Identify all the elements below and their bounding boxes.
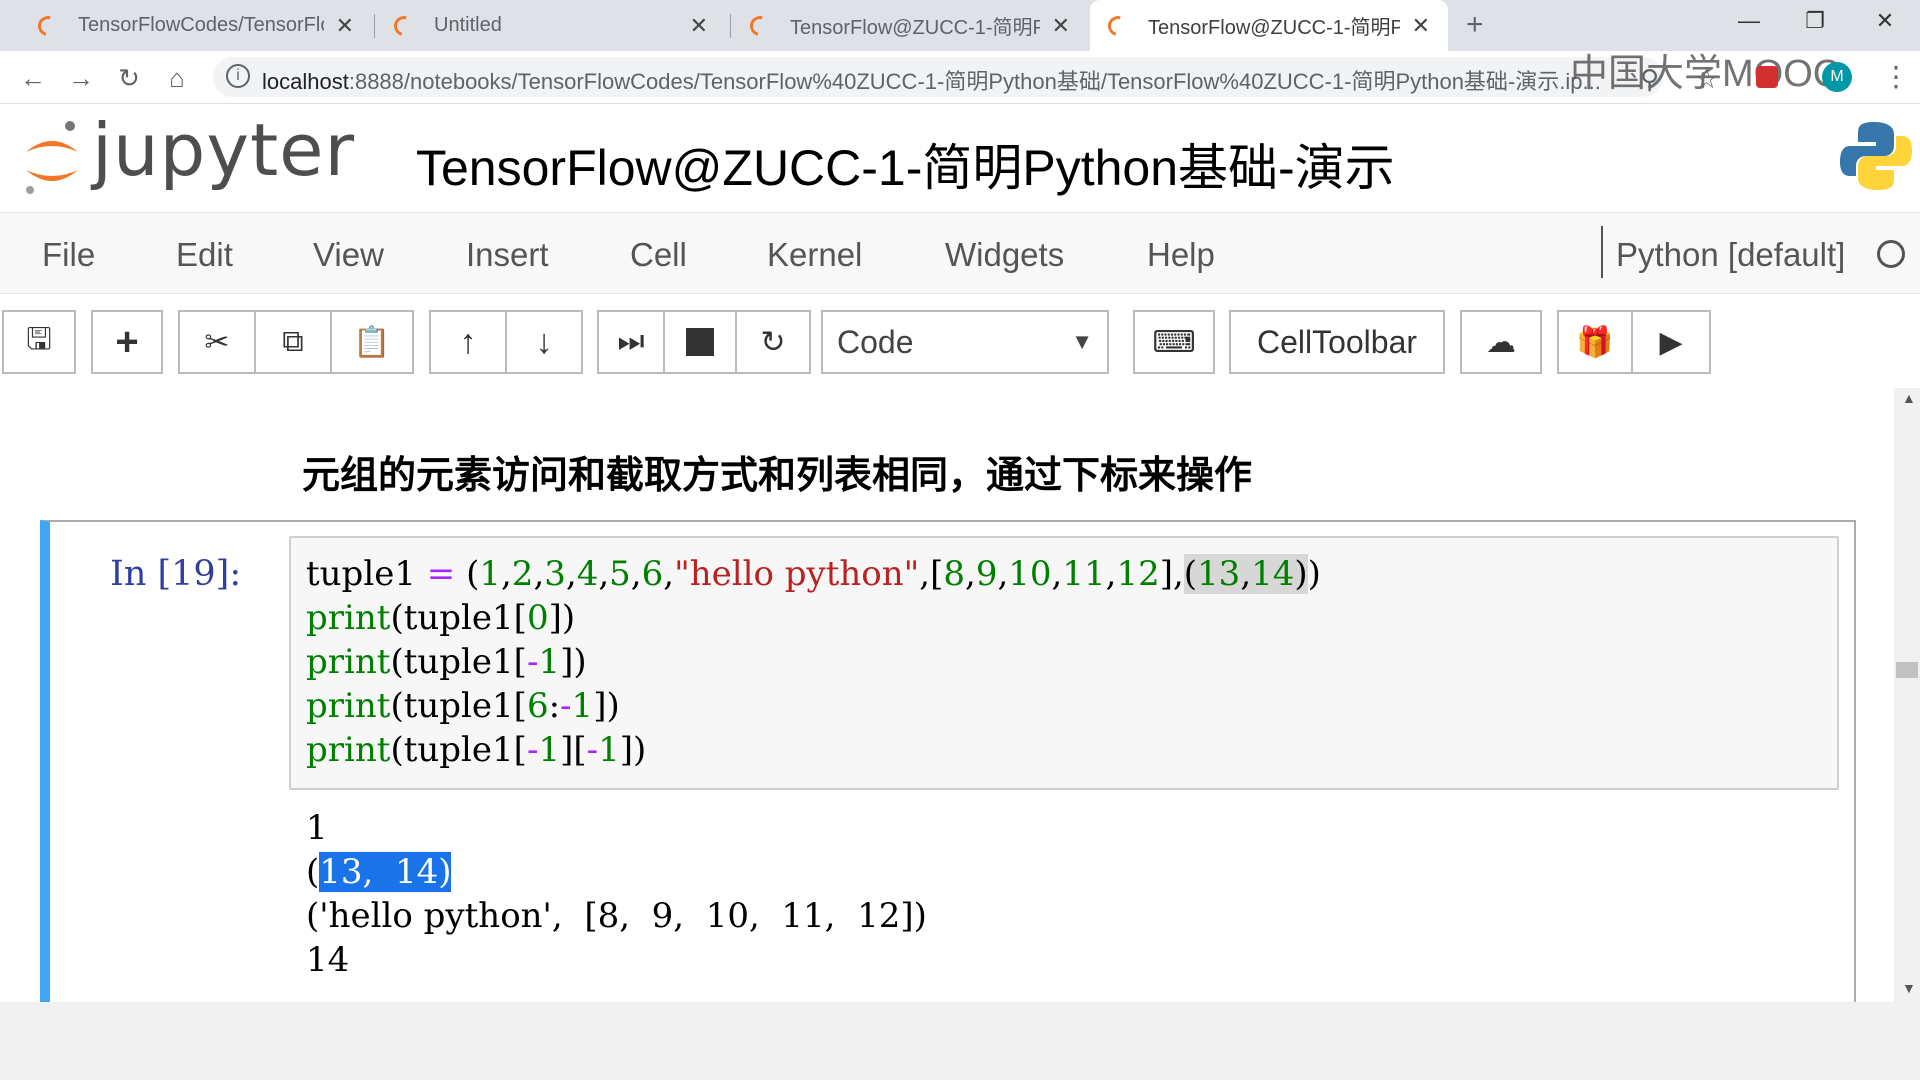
celltoolbar-button[interactable]: CellToolbar [1229,310,1445,374]
browser-tab-1[interactable]: TensorFlowCodes/TensorFlow ✕ [20,0,372,51]
keyboard-icon: ⌨ [1152,325,1196,359]
tab-divider [374,14,375,38]
close-icon[interactable]: ✕ [1052,13,1070,39]
close-icon[interactable]: ✕ [336,13,354,39]
scissors-icon: ✂ [204,325,230,359]
restart-button[interactable]: ↻ [735,310,811,374]
play-icon: ▶ [1659,325,1683,359]
tab-title: TensorFlow@ZUCC-1-简明Pytl [1148,17,1400,39]
menu-insert[interactable]: Insert [466,236,549,274]
menu-file[interactable]: File [42,236,95,274]
url-path: :8888/notebooks/TensorFlowCodes/TensorFl… [348,69,1601,94]
code-line: print(tuple1[0]) [306,598,576,638]
restart-icon: ↻ [760,325,786,359]
menu-view[interactable]: View [313,236,384,274]
copy-button[interactable]: ⧉ [254,310,332,374]
jupyter-favicon-icon [34,11,62,40]
restore-icon[interactable]: ❐ [1782,0,1848,42]
menu-cell[interactable]: Cell [630,236,687,274]
jupyter-logo-icon[interactable] [20,118,84,205]
tab-title: TensorFlowCodes/TensorFlow [78,14,324,36]
markdown-heading: 元组的元素访问和截取方式和列表相同，通过下标来操作 [302,455,1253,497]
extension-icon[interactable] [1756,66,1778,88]
reload-icon[interactable]: ↻ [114,63,144,93]
notebook-title[interactable]: TensorFlow@ZUCC-1-简明Python基础-演示 [416,128,1395,200]
menu-edit[interactable]: Edit [176,236,233,274]
arrow-up-icon: ↑ [459,322,477,361]
menu-widgets[interactable]: Widgets [945,236,1064,274]
insert-cell-button[interactable]: + [91,310,163,374]
code-line: print(tuple1[-1]) [306,642,587,682]
code-line: print(tuple1[6:-1]) [306,686,620,726]
scroll-thumb[interactable] [1896,662,1918,678]
back-icon[interactable]: ← [18,63,48,93]
scroll-up-icon[interactable]: ▲ [1902,390,1916,406]
step-forward-icon: ⏭ [617,325,645,358]
jupyter-favicon-icon [1104,11,1132,40]
upload-button[interactable]: ☁ [1460,310,1542,374]
browser-menu-icon[interactable]: ⋮ [1882,60,1910,93]
info-icon[interactable]: i [226,64,250,88]
tab-title: Untitled [434,14,502,36]
output-line: ('hello python', [8, 9, 10, 11, 12]) [306,896,927,936]
move-down-button[interactable]: ↓ [505,310,583,374]
paste-button[interactable]: 📋 [330,310,414,374]
kernel-name[interactable]: Python [default] [1616,236,1845,274]
stop-icon [686,328,714,356]
save-icon: 🖫 [26,322,52,356]
profile-avatar[interactable]: M [1822,62,1852,92]
interrupt-button[interactable] [663,310,737,374]
jupyter-favicon-icon [746,11,774,40]
cloud-upload-icon: ☁ [1486,325,1516,359]
url-host: localhost [262,69,349,94]
output-line: 14 [306,940,350,980]
gift-button[interactable]: 🎁 [1557,310,1633,374]
output-line-selected[interactable]: (13, 14) [306,850,452,894]
kernel-divider [1601,226,1603,278]
jupyter-favicon-icon [390,11,418,40]
slideshow-button[interactable]: ▶ [1631,310,1711,374]
gift-icon: 🎁 [1576,325,1614,359]
code-line: print(tuple1[-1][-1]) [306,730,647,770]
page-bottom-area [0,1002,1920,1080]
paste-icon: 📋 [353,325,391,359]
browser-tab-2[interactable]: Untitled ✕ [376,0,726,51]
tab-divider [730,14,731,38]
python-logo-icon [1838,118,1914,199]
save-button[interactable]: 🖫 [2,310,76,374]
scroll-down-icon[interactable]: ▼ [1902,980,1916,996]
browser-tab-3[interactable]: TensorFlow@ZUCC-1-简明Pytl ✕ [732,0,1088,51]
menu-help[interactable]: Help [1147,236,1215,274]
browser-tab-active[interactable]: TensorFlow@ZUCC-1-简明Pytl ✕ [1090,0,1448,51]
code-line: tuple1 = (1,2,3,4,5,6,"hello python",[8,… [306,554,1321,594]
run-button[interactable]: ⏭ [597,310,665,374]
close-icon[interactable]: ✕ [690,13,708,39]
dropdown-caret-icon: ▼ [1071,329,1093,354]
forward-icon[interactable]: → [66,63,96,93]
zoom-icon[interactable]: ⚲ [1640,64,1659,95]
window-close-icon[interactable]: ✕ [1852,0,1918,42]
url-text[interactable]: localhost:8888/notebooks/TensorFlowCodes… [262,64,1622,96]
cut-button[interactable]: ✂ [178,310,256,374]
bookmark-star-icon[interactable]: ☆ [1694,62,1719,95]
copy-icon: ⧉ [282,325,304,358]
home-icon[interactable]: ⌂ [162,63,192,93]
arrow-down-icon: ↓ [535,322,553,361]
cell-prompt: In [19]: [110,554,242,594]
vertical-scrollbar[interactable]: ▲ ▼ [1894,388,1920,1002]
cell-type-select[interactable]: Code ▼ [821,310,1109,374]
plus-icon: + [115,319,139,364]
move-up-button[interactable]: ↑ [429,310,507,374]
cell-type-value: Code [837,323,914,360]
minimize-icon[interactable]: — [1716,0,1782,42]
jupyter-wordmark: jupyter [92,108,356,192]
command-palette-button[interactable]: ⌨ [1133,310,1215,374]
new-tab-icon[interactable]: + [1466,8,1484,42]
kernel-status-icon [1877,240,1905,268]
menu-kernel[interactable]: Kernel [767,236,862,274]
output-line: 1 [306,808,328,848]
tab-title: TensorFlow@ZUCC-1-简明Pytl [790,17,1040,39]
close-icon[interactable]: ✕ [1412,13,1430,39]
